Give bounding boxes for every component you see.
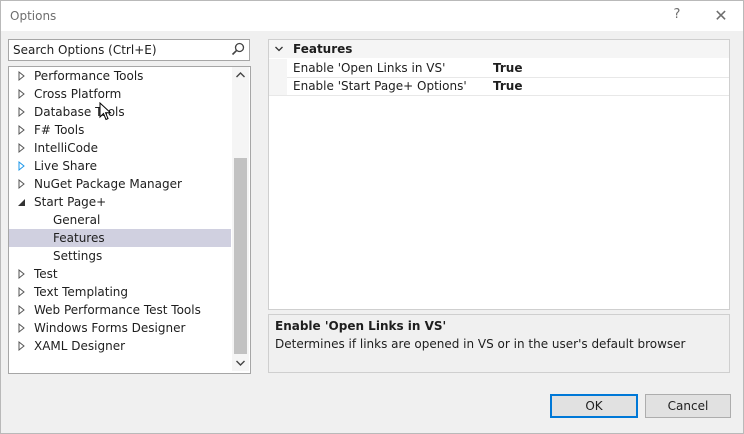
cancel-button[interactable]: Cancel	[645, 394, 731, 418]
description-text: Determines if links are opened in VS or …	[275, 337, 686, 351]
tree-item[interactable]: Windows Forms Designer	[9, 319, 231, 337]
search-icon[interactable]	[231, 42, 245, 56]
tree-item-label: General	[53, 213, 101, 227]
property-row-start-page-options[interactable]: Enable 'Start Page+ Options' True	[269, 77, 729, 96]
expanded-triangle-icon[interactable]	[17, 193, 27, 211]
tree-item[interactable]: F# Tools	[9, 121, 231, 139]
property-name: Enable 'Open Links in VS'	[293, 61, 446, 75]
tree-item-label: Test	[34, 267, 58, 281]
collapsed-triangle-icon[interactable]	[17, 175, 27, 193]
category-label: Features	[293, 42, 353, 56]
tree-item-label: IntelliCode	[34, 141, 98, 155]
tree-item[interactable]: Features	[9, 229, 231, 247]
search-options-input[interactable]: Search Options (Ctrl+E)	[8, 39, 250, 61]
tree-item[interactable]: Start Page+	[9, 193, 231, 211]
ok-button[interactable]: OK	[550, 394, 638, 418]
tree-item-label: Performance Tools	[34, 69, 144, 83]
description-panel: Enable 'Open Links in VS' Determines if …	[268, 314, 730, 373]
tree-item[interactable]: Live Share	[9, 157, 231, 175]
property-grid: Features Enable 'Open Links in VS' True …	[268, 39, 730, 310]
tree-item-label: Live Share	[34, 159, 97, 173]
tree-item-label: NuGet Package Manager	[34, 177, 182, 191]
tree-item[interactable]: Text Templating	[9, 283, 231, 301]
row-gutter	[269, 77, 287, 95]
tree-item-label: Start Page+	[34, 195, 107, 209]
tree-item-label: Cross Platform	[34, 87, 122, 101]
property-row-open-links[interactable]: Enable 'Open Links in VS' True	[269, 59, 729, 78]
collapsed-triangle-icon[interactable]	[17, 265, 27, 283]
title-bar: Options ? ✕	[1, 1, 743, 31]
collapsed-triangle-icon[interactable]	[17, 301, 27, 319]
chevron-down-icon[interactable]	[274, 44, 284, 54]
row-gutter	[269, 59, 287, 77]
tree-item-label: Windows Forms Designer	[34, 321, 186, 335]
tree-item[interactable]: XAML Designer	[9, 337, 231, 355]
tree-item-label: Settings	[53, 249, 103, 263]
tree-item[interactable]: General	[9, 211, 231, 229]
property-value[interactable]: True	[493, 61, 522, 75]
window-title: Options	[10, 9, 57, 23]
scroll-down-icon[interactable]	[232, 355, 249, 371]
tree-item-label: Features	[53, 231, 105, 245]
tree-scrollbar[interactable]	[232, 67, 249, 371]
collapsed-triangle-icon[interactable]	[17, 67, 27, 85]
options-tree[interactable]: Performance Tools Cross Platform Database …	[8, 66, 251, 374]
collapsed-triangle-icon[interactable]	[17, 337, 27, 355]
search-placeholder: Search Options (Ctrl+E)	[13, 43, 157, 57]
tree-item[interactable]: Test	[9, 265, 231, 283]
tree-item[interactable]: IntelliCode	[9, 139, 231, 157]
collapsed-triangle-icon[interactable]	[17, 139, 27, 157]
tree-item-label: F# Tools	[34, 123, 85, 137]
mouse-cursor-icon	[99, 102, 112, 121]
property-name: Enable 'Start Page+ Options'	[293, 79, 467, 93]
collapsed-triangle-icon[interactable]	[17, 283, 27, 301]
tree-item[interactable]: Database Tools	[9, 103, 231, 121]
tree-item-label: XAML Designer	[34, 339, 126, 353]
description-title: Enable 'Open Links in VS'	[275, 319, 447, 333]
collapsed-triangle-icon[interactable]	[17, 85, 27, 103]
help-button[interactable]: ?	[667, 7, 687, 25]
tree-item[interactable]: NuGet Package Manager	[9, 175, 231, 193]
tree-item-label: Web Performance Test Tools	[34, 303, 201, 317]
collapsed-triangle-icon[interactable]	[17, 121, 27, 139]
tree-item[interactable]: Settings	[9, 247, 231, 265]
collapsed-triangle-icon[interactable]	[17, 157, 27, 175]
category-row-features[interactable]: Features	[269, 40, 729, 58]
close-button[interactable]: ✕	[711, 7, 731, 25]
scroll-up-icon[interactable]	[232, 67, 249, 83]
tree-item[interactable]: Cross Platform	[9, 85, 231, 103]
tree-item[interactable]: Performance Tools	[9, 67, 231, 85]
property-value[interactable]: True	[493, 79, 522, 93]
tree-item[interactable]: Web Performance Test Tools	[9, 301, 231, 319]
collapsed-triangle-icon[interactable]	[17, 319, 27, 337]
collapsed-triangle-icon[interactable]	[17, 103, 27, 121]
scrollbar-thumb[interactable]	[234, 158, 247, 354]
tree-item-label: Text Templating	[34, 285, 129, 299]
